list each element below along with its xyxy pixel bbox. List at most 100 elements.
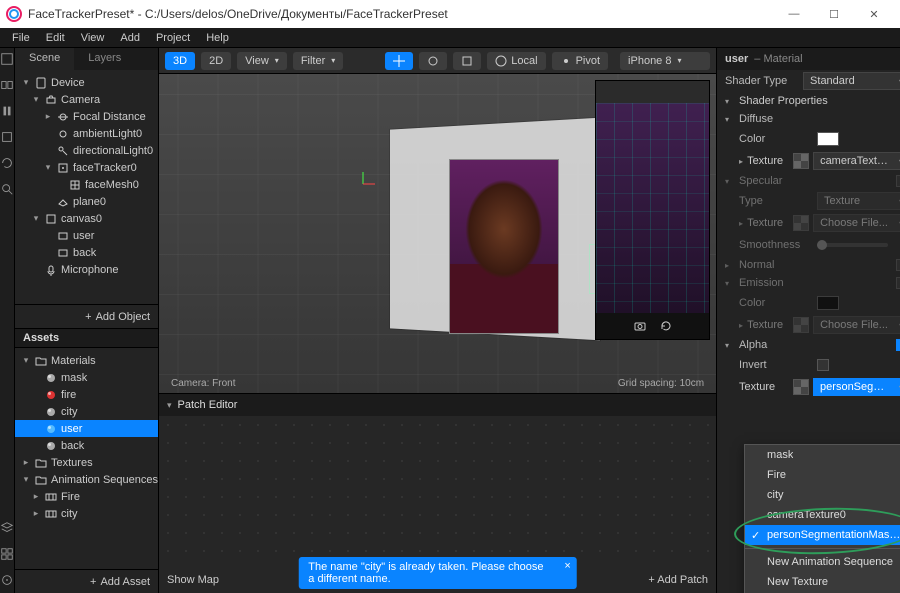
capture-icon[interactable] <box>634 320 646 332</box>
normal-enable-checkbox[interactable] <box>896 259 900 271</box>
alpha-header[interactable]: Alpha <box>739 339 767 351</box>
assets-tree-item[interactable]: ▸city <box>15 505 158 522</box>
view-3d-button[interactable]: 3D <box>165 52 195 70</box>
dropdown-item[interactable]: Fire <box>745 465 900 485</box>
patch-editor: ▾Patch Editor Show Map + Add Patch The n… <box>159 393 716 593</box>
patch-editor-title: Patch Editor <box>178 399 238 411</box>
rotate-tool-button[interactable] <box>419 52 447 70</box>
tab-scene[interactable]: Scene <box>15 48 74 70</box>
emission-enable-checkbox[interactable] <box>896 277 900 289</box>
activity-refresh-icon[interactable] <box>0 156 14 170</box>
alpha-enable-checkbox[interactable] <box>896 339 900 351</box>
emission-header[interactable]: Emission <box>739 277 784 289</box>
add-object-button[interactable]: +Add Object <box>15 304 158 328</box>
window-minimize-button[interactable]: — <box>774 0 814 28</box>
menu-view[interactable]: View <box>73 30 113 46</box>
specular-type-select[interactable]: Texture <box>817 192 900 210</box>
dropdown-item[interactable]: city <box>745 485 900 505</box>
scene-tree-item[interactable]: faceMesh0 <box>15 176 158 193</box>
activity-pause-icon[interactable] <box>0 104 14 118</box>
dropdown-item[interactable]: mask <box>745 445 900 465</box>
pivot-icon <box>560 55 572 67</box>
axis-gizmo-icon <box>359 168 379 188</box>
filter-dropdown[interactable]: Filter▾ <box>293 52 343 70</box>
scene-tree-item[interactable]: ambientLight0 <box>15 125 158 142</box>
folder-icon <box>35 355 47 367</box>
tab-layers[interactable]: Layers <box>74 48 135 70</box>
viewport-3d[interactable]: Camera: Front Grid spacing: 10cm <box>159 74 716 393</box>
scene-tree-item[interactable]: plane0 <box>15 193 158 210</box>
add-asset-button[interactable]: +Add Asset <box>15 569 158 593</box>
scene-tree-item[interactable]: ▾Camera <box>15 91 158 108</box>
scene-tree-item[interactable]: ▸Focal Distance <box>15 108 158 125</box>
alpha-texture-select[interactable]: personSegme... <box>813 378 900 396</box>
dropdown-new-tex[interactable]: New Texture <box>745 572 900 592</box>
scene-tree-item[interactable]: back <box>15 244 158 261</box>
activity-square-icon[interactable] <box>0 130 14 144</box>
activity-grid-icon[interactable] <box>0 547 14 561</box>
activity-stack-icon[interactable] <box>0 521 14 535</box>
camera-label: Camera: Front <box>171 378 235 389</box>
pivot-toggle[interactable]: Pivot <box>552 52 608 70</box>
toast-close-button[interactable]: × <box>564 560 570 572</box>
specular-texture-select[interactable]: Choose File... <box>813 214 900 232</box>
assets-tree-item[interactable]: user <box>15 420 158 437</box>
mesh-icon <box>69 179 81 191</box>
scale-tool-button[interactable] <box>453 52 481 70</box>
menu-help[interactable]: Help <box>198 30 237 46</box>
scene-tree: ▾Device▾Camera▸Focal DistanceambientLigh… <box>15 70 158 304</box>
dropdown-item[interactable]: ✓personSegmentationMaskTexture0 <box>745 525 900 545</box>
local-toggle[interactable]: Local <box>487 52 545 70</box>
restart-icon[interactable] <box>660 320 672 332</box>
toast-warning: The name "city" is already taken. Please… <box>298 557 577 589</box>
patch-canvas[interactable] <box>159 416 716 567</box>
menu-project[interactable]: Project <box>148 30 198 46</box>
diffuse-texture-select[interactable]: cameraTexture0 <box>813 152 900 170</box>
shader-type-select[interactable]: Standard <box>803 72 900 90</box>
device-preview-select[interactable]: iPhone 8▾ <box>620 52 710 70</box>
view-2d-button[interactable]: 2D <box>201 52 231 70</box>
invert-checkbox[interactable] <box>817 359 829 371</box>
texture-dropdown-menu: maskFirecitycameraTexture0✓personSegment… <box>744 444 900 593</box>
normal-header[interactable]: Normal <box>739 259 774 271</box>
diffuse-header[interactable]: Diffuse <box>739 113 773 125</box>
shader-properties-header[interactable]: Shader Properties <box>739 95 828 107</box>
assets-tree-item[interactable]: ▸Textures <box>15 454 158 471</box>
scene-tree-item[interactable]: directionalLight0 <box>15 142 158 159</box>
activity-scene-icon[interactable] <box>0 52 14 66</box>
emission-texture-select[interactable]: Choose File... <box>813 316 900 334</box>
scene-tree-item[interactable]: ▾faceTracker0 <box>15 159 158 176</box>
assets-tree-item[interactable]: ▸Fire <box>15 488 158 505</box>
menu-edit[interactable]: Edit <box>38 30 73 46</box>
assets-tree-item[interactable]: fire <box>15 386 158 403</box>
scene-tree-item[interactable]: ▾canvas0 <box>15 210 158 227</box>
move-tool-button[interactable] <box>385 52 413 70</box>
scene-tree-item[interactable]: user <box>15 227 158 244</box>
view-dropdown[interactable]: View▾ <box>237 52 287 70</box>
emission-color-swatch[interactable] <box>817 296 839 310</box>
show-map-button[interactable]: Show Map <box>167 574 219 586</box>
activity-search-icon[interactable] <box>0 182 14 196</box>
menu-file[interactable]: File <box>4 30 38 46</box>
scene-tree-item[interactable]: ▾Device <box>15 74 158 91</box>
smoothness-slider[interactable] <box>817 243 888 247</box>
specular-enable-checkbox[interactable] <box>896 175 900 187</box>
dropdown-new-anim[interactable]: New Animation Sequence <box>745 552 900 572</box>
assets-tree-item[interactable]: city <box>15 403 158 420</box>
assets-tree-item[interactable]: mask <box>15 369 158 386</box>
assets-tree-item[interactable]: ▾Animation Sequences <box>15 471 158 488</box>
menu-add[interactable]: Add <box>112 30 148 46</box>
assets-tree-item[interactable]: ▾Materials <box>15 352 158 369</box>
window-close-button[interactable]: ✕ <box>854 0 894 28</box>
activity-layers-icon[interactable] <box>0 78 14 92</box>
color-label: Color <box>739 133 811 145</box>
add-patch-button[interactable]: + Add Patch <box>648 574 708 586</box>
dropdown-item[interactable]: cameraTexture0 <box>745 505 900 525</box>
assets-tree-item[interactable]: back <box>15 437 158 454</box>
window-maximize-button[interactable]: ☐ <box>814 0 854 28</box>
activity-target-icon[interactable] <box>0 573 14 587</box>
specular-header[interactable]: Specular <box>739 175 782 187</box>
globe-icon <box>495 55 507 67</box>
diffuse-color-swatch[interactable] <box>817 132 839 146</box>
scene-tree-item[interactable]: Microphone <box>15 261 158 278</box>
